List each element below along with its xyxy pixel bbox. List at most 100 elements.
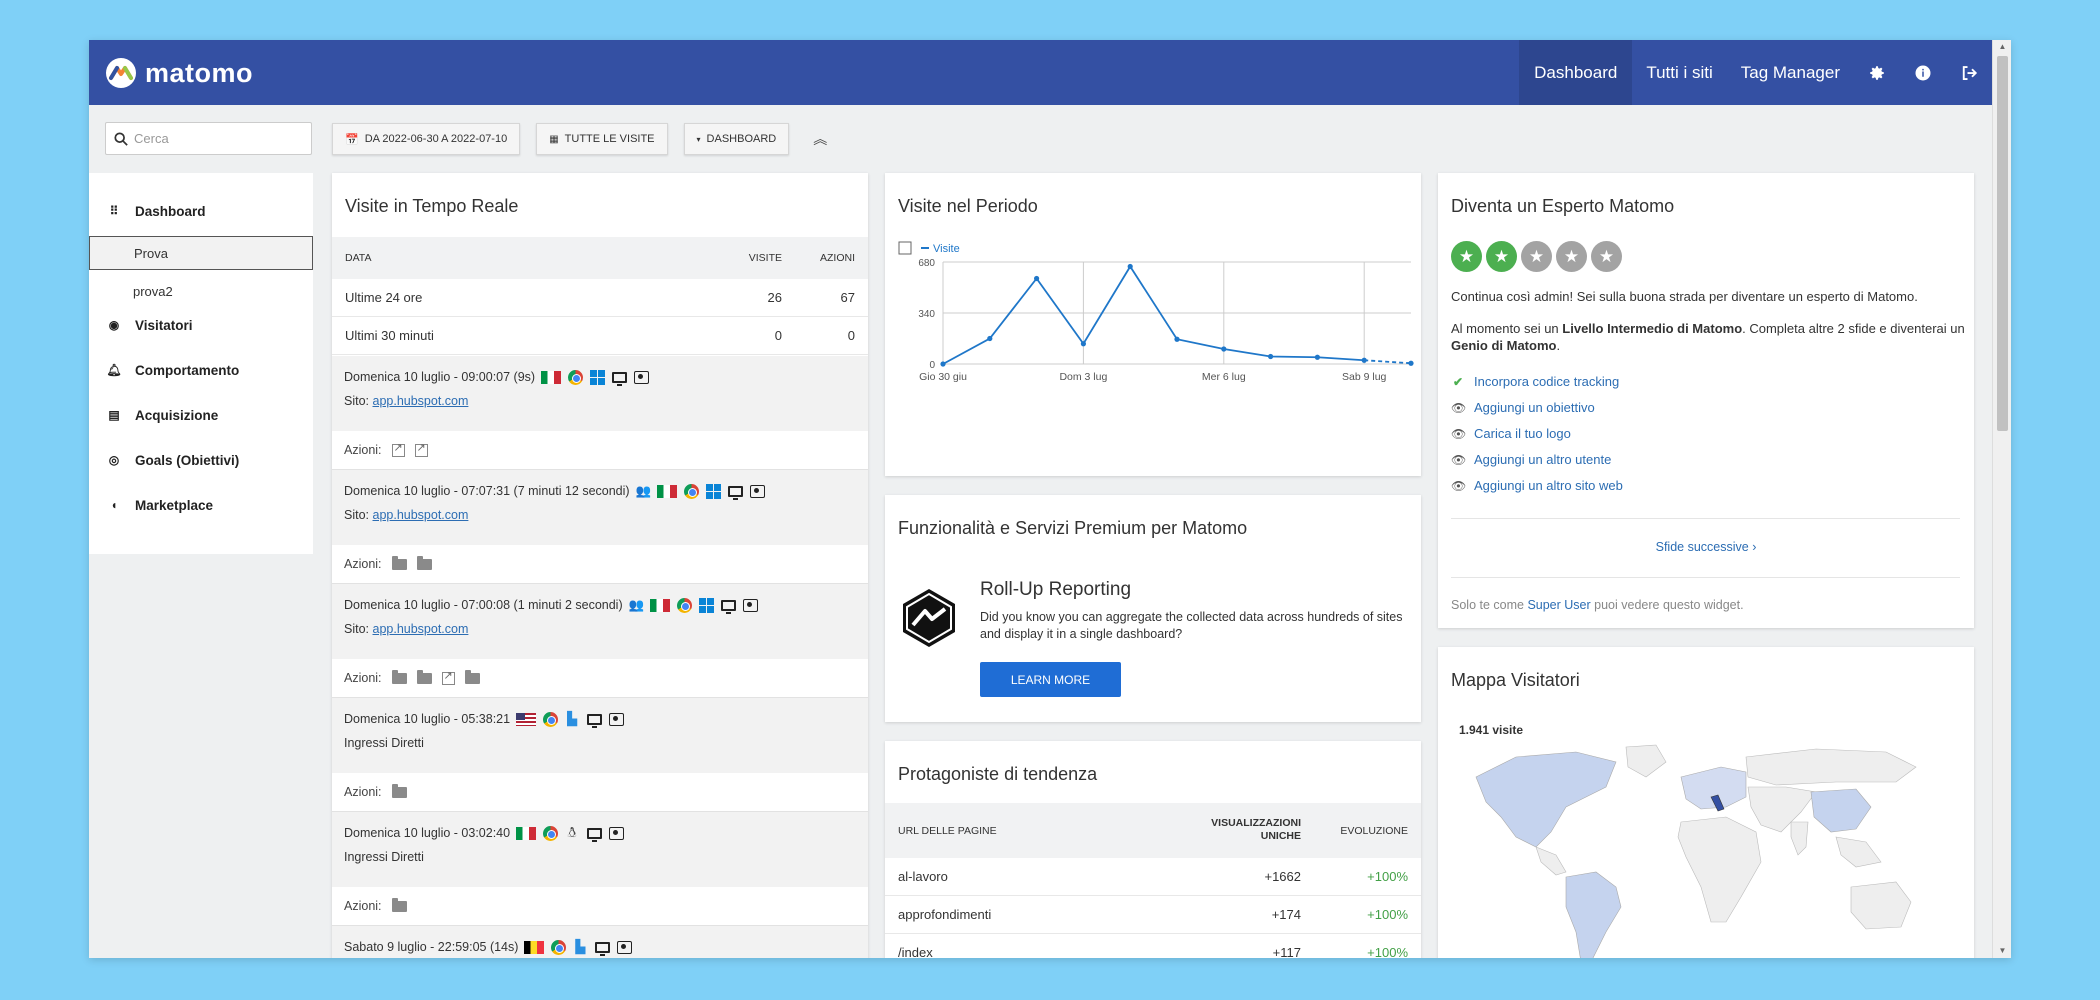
visitor-profile-icon[interactable] — [608, 825, 624, 841]
next-challenges-link[interactable]: Sfide successive › — [1438, 540, 1974, 554]
chrome-icon — [676, 597, 692, 613]
data-point[interactable] — [1034, 275, 1040, 282]
table-row[interactable]: approfondimenti +174 +100% — [885, 896, 1421, 934]
super-user-link[interactable]: Super User — [1527, 598, 1590, 612]
visit-item[interactable]: Domenica 10 luglio - 07:07:31 (7 minuti … — [332, 470, 868, 545]
data-point[interactable] — [1221, 346, 1227, 352]
matomo-logo[interactable]: matomo — [105, 57, 253, 89]
data-point[interactable] — [1080, 341, 1086, 347]
search-input[interactable] — [134, 131, 294, 146]
col-actions: AZIONI — [819, 252, 855, 264]
row-views: +1662 — [1264, 869, 1301, 884]
scrollbar-thumb[interactable] — [1997, 56, 2008, 431]
referrer-link[interactable]: app.hubspot.com — [373, 622, 469, 636]
folder-icon[interactable] — [416, 555, 432, 570]
folder-icon[interactable] — [391, 783, 407, 798]
map-australia — [1850, 881, 1912, 930]
windows-icon — [705, 483, 721, 499]
visit-item[interactable]: Domenica 10 luglio - 03:02:40 🐧︎ Ingress… — [332, 812, 868, 887]
visitor-profile-icon[interactable] — [616, 939, 632, 955]
chart-type-icon[interactable] — [898, 241, 912, 255]
scrollbar[interactable]: ▲ ▼ — [1992, 40, 2011, 958]
challenge-label: Aggiungi un altro utente — [1474, 452, 1612, 467]
visit-item[interactable]: Sabato 9 luglio - 22:59:05 (14s) ▙ — [332, 926, 868, 958]
table-header: URL DELLE PAGINE VISUALIZZAZIONI UNICHE … — [885, 803, 1421, 858]
sidebar-item-acquisition[interactable]: ▤ Acquisizione — [89, 397, 313, 433]
folder-icon[interactable] — [416, 669, 432, 684]
data-point[interactable] — [1408, 360, 1414, 366]
folder-icon[interactable] — [391, 555, 407, 570]
visit-item[interactable]: Domenica 10 luglio - 09:00:07 (9s) Sito:… — [332, 356, 868, 431]
flag-italy-icon — [657, 484, 678, 498]
row-url: /index — [898, 945, 933, 958]
calendar-icon: 📅 — [345, 133, 359, 146]
row-visits: 0 — [774, 328, 782, 343]
challenge-item[interactable]: 👁︎ Aggiungi un obiettivo — [1451, 400, 1595, 415]
visitor-profile-icon[interactable] — [742, 597, 758, 613]
feature-description: Did you know you can aggregate the colle… — [980, 610, 1403, 641]
sidebar-subitem-prova2[interactable]: prova2 — [89, 274, 313, 308]
challenge-item[interactable]: ✔ Incorpora codice tracking — [1451, 374, 1619, 389]
sidebar-item-goals[interactable]: ◎ Goals (Obiettivi) — [89, 442, 313, 478]
folder-icon[interactable] — [391, 669, 407, 684]
challenge-item[interactable]: 👁︎ Aggiungi un altro utente — [1451, 452, 1611, 467]
chrome-icon — [542, 711, 558, 727]
sidebar-item-marketplace[interactable]: ◖ Marketplace — [89, 487, 313, 523]
outlink-icon[interactable] — [391, 441, 405, 457]
y-tick-label: 340 — [918, 309, 935, 320]
segment-selector[interactable]: ▦ TUTTE LE VISITE — [536, 123, 668, 155]
outlink-icon[interactable] — [441, 669, 455, 685]
divider — [1451, 518, 1960, 519]
data-point[interactable] — [1314, 354, 1320, 360]
challenge-item[interactable]: 👁︎ Carica il tuo logo — [1451, 426, 1571, 441]
x-tick-label: Mer 6 lug — [1202, 371, 1246, 383]
data-point[interactable] — [1361, 357, 1367, 363]
visit-time: Domenica 10 luglio - 09:00:07 (9s) — [344, 370, 536, 384]
segment-icon: ▦ — [549, 133, 559, 145]
table-row[interactable]: al-lavoro +1662 +100% — [885, 858, 1421, 896]
period-selector[interactable]: 📅 DA 2022-06-30 A 2022-07-10 — [332, 123, 521, 155]
visitor-profile-icon[interactable] — [749, 483, 765, 499]
visit-time: Domenica 10 luglio - 05:38:21 — [344, 712, 511, 726]
sidebar-item-dashboard[interactable]: ⠿ Dashboard — [89, 193, 313, 229]
collapse-chevron-icon[interactable]: ︽ — [805, 129, 835, 149]
referrer-link[interactable]: app.hubspot.com — [373, 508, 469, 522]
logout-icon[interactable] — [1946, 40, 1992, 105]
bell-icon: 🔔︎ — [106, 363, 122, 377]
info-icon[interactable] — [1900, 40, 1946, 105]
data-point[interactable] — [987, 335, 993, 342]
visitor-profile-icon[interactable] — [608, 711, 624, 727]
divider — [1451, 577, 1960, 578]
learn-more-button[interactable]: LEARN MORE — [980, 662, 1121, 697]
referrer-link[interactable]: app.hubspot.com — [373, 394, 469, 408]
chrome-icon — [542, 825, 558, 841]
sidebar-subitem-prova[interactable]: Prova — [89, 236, 313, 270]
world-map[interactable] — [1456, 737, 1926, 958]
scroll-down-icon[interactable]: ▼ — [1997, 946, 2008, 956]
outlink-icon[interactable] — [414, 441, 428, 457]
visit-item[interactable]: Domenica 10 luglio - 07:00:08 (1 minuti … — [332, 584, 868, 659]
legend-label[interactable]: Visite — [933, 243, 960, 255]
visits-line-chart[interactable]: 0 340 680 Gio 30 giu Dom 3 lug Mer 6 lug Sab … — [885, 236, 1421, 476]
nav-dashboard[interactable]: Dashboard — [1519, 40, 1633, 105]
table-row[interactable]: /index +117 +100% — [885, 934, 1421, 958]
challenge-item[interactable]: 👁︎ Aggiungi un altro sito web — [1451, 478, 1623, 493]
nav-all-sites[interactable]: Tutti i siti — [1632, 40, 1726, 105]
folder-icon[interactable] — [464, 669, 480, 684]
search-box[interactable] — [105, 122, 312, 155]
scroll-up-icon[interactable]: ▲ — [1997, 42, 2008, 52]
folder-icon[interactable] — [391, 897, 407, 912]
finder-icon: ▙ — [567, 711, 578, 726]
gear-icon[interactable] — [1854, 40, 1900, 105]
nav-tag-manager[interactable]: Tag Manager — [1727, 40, 1854, 105]
caret-down-icon: ▾ — [696, 134, 701, 144]
visitor-profile-icon[interactable] — [633, 369, 649, 385]
sidebar-item-behaviour[interactable]: 🔔︎ Comportamento — [89, 352, 313, 388]
dashboard-selector[interactable]: ▾ DASHBOARD — [683, 123, 790, 155]
data-point[interactable] — [1127, 263, 1133, 270]
data-point[interactable] — [940, 361, 946, 367]
data-point[interactable] — [1174, 336, 1180, 342]
data-point[interactable] — [1268, 353, 1274, 360]
visit-item[interactable]: Domenica 10 luglio - 05:38:21 ▙ Ingressi… — [332, 698, 868, 773]
sidebar-item-visitors[interactable]: ◉ Visitatori — [89, 307, 313, 343]
